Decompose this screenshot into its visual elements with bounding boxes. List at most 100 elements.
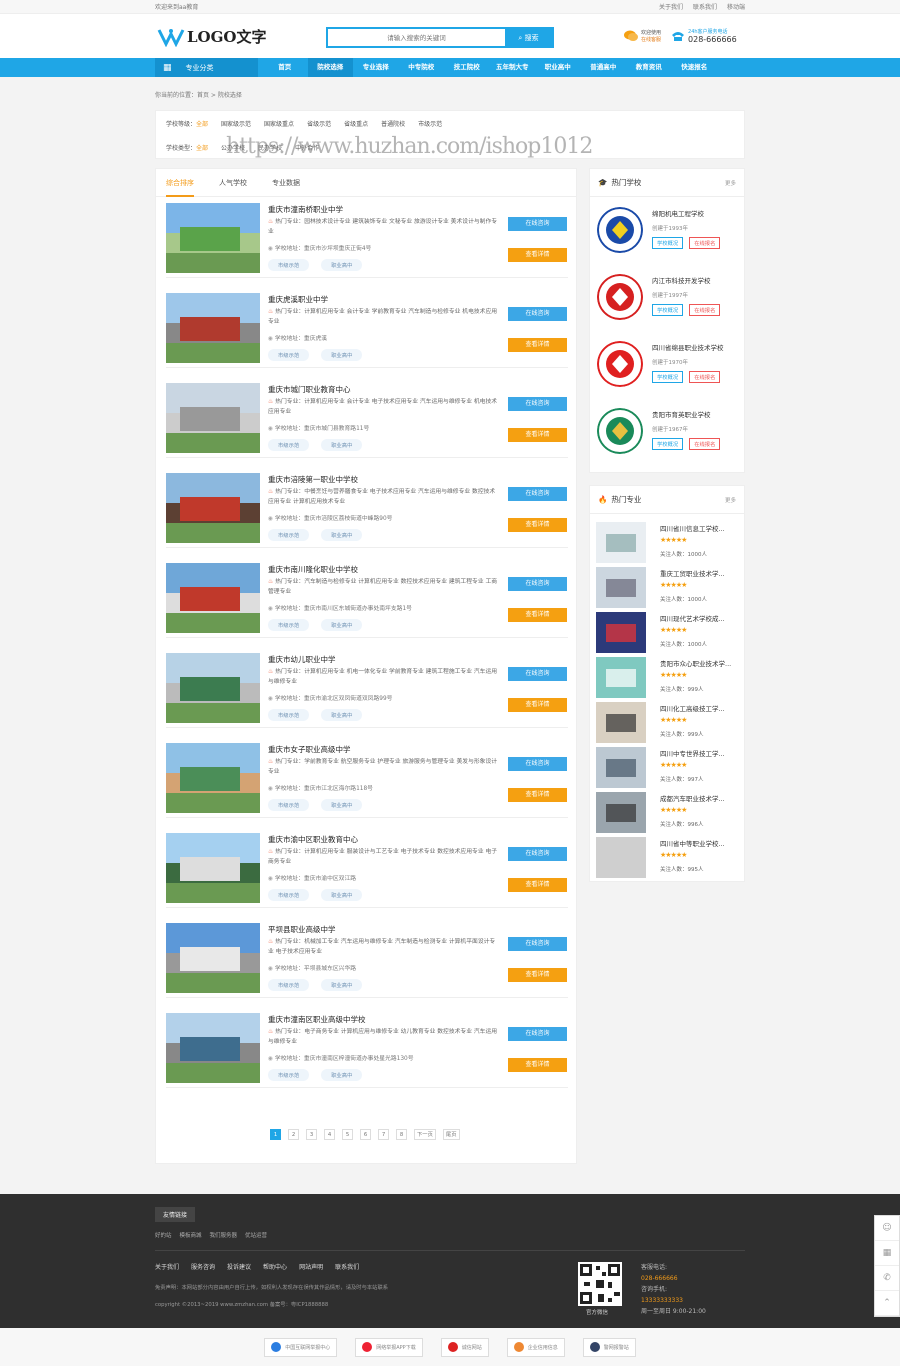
- hot-school-name[interactable]: 贵阳市育英职业学校: [652, 409, 711, 419]
- page-button[interactable]: 尾页: [442, 1129, 460, 1140]
- consult-button[interactable]: 在线咨询: [508, 487, 567, 501]
- hot-school-name[interactable]: 内江市科技开发学校: [652, 275, 711, 285]
- overview-button[interactable]: 学校概况: [652, 304, 684, 316]
- level-option[interactable]: 国家级重点: [264, 119, 294, 128]
- badge-police[interactable]: 警网报警站: [582, 1337, 636, 1357]
- footer-statement[interactable]: 网站声明: [299, 1262, 323, 1271]
- apply-button[interactable]: 在线报名: [689, 304, 721, 316]
- nav-news[interactable]: 教育资讯: [626, 58, 672, 77]
- logo[interactable]: LOGO文字: [157, 26, 267, 47]
- nav-technical[interactable]: 技工院校: [444, 58, 490, 77]
- badge-report-center[interactable]: 中国互联网举报中心: [264, 1337, 338, 1357]
- details-button[interactable]: 查看详情: [508, 788, 567, 802]
- level-option[interactable]: 国家级示范: [221, 119, 251, 128]
- consult-button[interactable]: 在线咨询: [508, 307, 567, 321]
- friend-link[interactable]: 模板商城: [180, 1231, 202, 1239]
- page-button[interactable]: 3: [306, 1129, 317, 1140]
- major-photo[interactable]: [596, 657, 646, 698]
- nav-vocational-high[interactable]: 职业高中: [535, 58, 581, 77]
- chat-float-icon[interactable]: ☺: [875, 1216, 899, 1241]
- consult-button[interactable]: 在线咨询: [508, 757, 567, 771]
- consult-button[interactable]: 在线咨询: [508, 1027, 567, 1041]
- nav-general-high[interactable]: 普通高中: [581, 58, 627, 77]
- overview-button[interactable]: 学校概况: [652, 237, 684, 249]
- page-button[interactable]: 2: [288, 1129, 299, 1140]
- major-name[interactable]: 贵阳市众心职业技术学...: [660, 658, 731, 668]
- apply-button[interactable]: 在线报名: [689, 371, 721, 383]
- category-menu[interactable]: ▦ 专业分类: [155, 58, 258, 77]
- school-photo[interactable]: [166, 383, 260, 453]
- major-name[interactable]: 四川省中等职业学校...: [660, 838, 725, 848]
- hot-school-name[interactable]: 绵阳机电工程学校: [652, 208, 704, 218]
- school-photo[interactable]: [166, 743, 260, 813]
- major-name[interactable]: 四川现代艺术学校成...: [660, 613, 725, 623]
- nav-home[interactable]: 首页: [262, 58, 308, 77]
- nav-major-select[interactable]: 专业选择: [353, 58, 399, 77]
- level-option[interactable]: 普通院校: [381, 119, 405, 128]
- details-button[interactable]: 查看详情: [508, 1058, 567, 1072]
- school-logo-icon[interactable]: [597, 341, 643, 387]
- major-name[interactable]: 重庆工贸职业技术学...: [660, 568, 725, 578]
- badge-report-app[interactable]: 网络举报APP下载: [355, 1337, 423, 1357]
- tab-popular[interactable]: 人气学校: [219, 178, 247, 197]
- about-link[interactable]: 关于我们: [659, 2, 683, 11]
- details-button[interactable]: 查看详情: [508, 428, 567, 442]
- school-name[interactable]: 重庆市南川隆化职业中学校: [268, 564, 358, 575]
- page-button[interactable]: 5: [342, 1129, 353, 1140]
- online-service[interactable]: 欢迎使用 在线客服: [624, 29, 661, 43]
- tab-overall[interactable]: 综合排序: [166, 178, 194, 197]
- school-name[interactable]: 平坝县职业高级中学: [268, 924, 336, 935]
- level-option[interactable]: 省级重点: [344, 119, 368, 128]
- type-option[interactable]: 民办学校: [258, 143, 282, 152]
- mobile-link[interactable]: 移动端: [727, 2, 745, 11]
- school-name[interactable]: 重庆市潼南区职业高级中学校: [268, 1014, 366, 1025]
- nav-secondary[interactable]: 中专院校: [399, 58, 445, 77]
- school-photo[interactable]: [166, 923, 260, 993]
- contact-link[interactable]: 联系我们: [693, 2, 717, 11]
- consult-button[interactable]: 在线咨询: [508, 937, 567, 951]
- details-button[interactable]: 查看详情: [508, 608, 567, 622]
- details-button[interactable]: 查看详情: [508, 248, 567, 262]
- details-button[interactable]: 查看详情: [508, 878, 567, 892]
- school-name[interactable]: 重庆市城门职业教育中心: [268, 384, 351, 395]
- major-photo[interactable]: [596, 792, 646, 833]
- page-button[interactable]: 7: [378, 1129, 389, 1140]
- level-option-all[interactable]: 全部: [196, 121, 208, 128]
- school-photo[interactable]: [166, 293, 260, 363]
- school-photo[interactable]: [166, 653, 260, 723]
- overview-button[interactable]: 学校概况: [652, 371, 684, 383]
- school-photo[interactable]: [166, 473, 260, 543]
- school-name[interactable]: 重庆虎溪职业中学: [268, 294, 328, 305]
- consult-button[interactable]: 在线咨询: [508, 667, 567, 681]
- footer-complaint[interactable]: 投诉建议: [227, 1262, 251, 1271]
- search-button[interactable]: ⌕ 搜索: [505, 29, 552, 46]
- phone-float-icon[interactable]: ✆: [875, 1266, 899, 1291]
- details-button[interactable]: 查看详情: [508, 338, 567, 352]
- major-name[interactable]: 四川省川信息工学校...: [660, 523, 725, 533]
- school-name[interactable]: 重庆市幼儿职业中学: [268, 654, 336, 665]
- school-name[interactable]: 重庆市渝中区职业教育中心: [268, 834, 358, 845]
- hot-school-name[interactable]: 四川省绵县职业技术学校: [652, 342, 724, 352]
- consult-button[interactable]: 在线咨询: [508, 847, 567, 861]
- page-button[interactable]: 8: [396, 1129, 407, 1140]
- friend-link[interactable]: 好的站: [155, 1231, 172, 1239]
- major-photo[interactable]: [596, 837, 646, 878]
- school-name[interactable]: 重庆市潼南桥职业中学: [268, 204, 343, 215]
- friend-link[interactable]: 我们服务器: [210, 1231, 238, 1239]
- major-photo[interactable]: [596, 747, 646, 788]
- major-photo[interactable]: [596, 702, 646, 743]
- page-button[interactable]: 1: [270, 1129, 281, 1140]
- consult-button[interactable]: 在线咨询: [508, 397, 567, 411]
- major-photo[interactable]: [596, 567, 646, 608]
- consult-button[interactable]: 在线咨询: [508, 217, 567, 231]
- details-button[interactable]: 查看详情: [508, 518, 567, 532]
- major-name[interactable]: 四川中专世界技工学...: [660, 748, 725, 758]
- type-option-all[interactable]: 全部: [196, 145, 208, 152]
- badge-credit-site[interactable]: 诚信网站: [440, 1337, 489, 1357]
- school-logo-icon[interactable]: [597, 207, 643, 253]
- school-photo[interactable]: [166, 203, 260, 273]
- school-logo-icon[interactable]: [597, 274, 643, 320]
- major-photo[interactable]: [596, 612, 646, 653]
- school-name[interactable]: 重庆市涪陵第一职业中学校: [268, 474, 358, 485]
- school-photo[interactable]: [166, 1013, 260, 1083]
